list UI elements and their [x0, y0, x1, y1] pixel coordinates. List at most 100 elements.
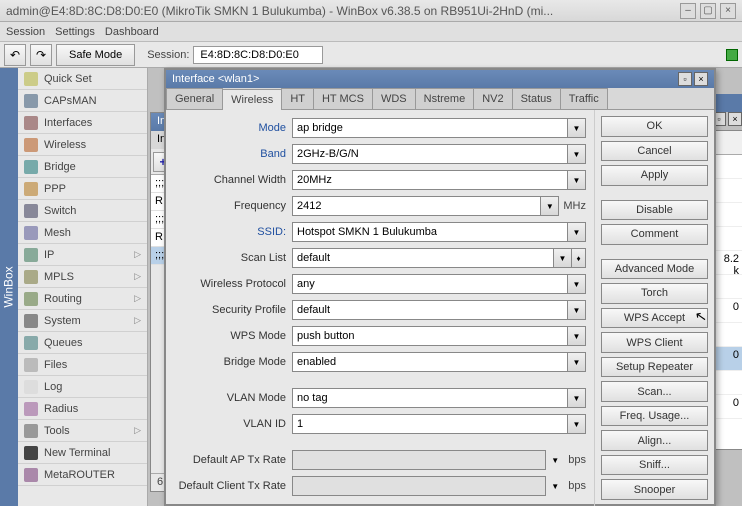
dialog-close-icon[interactable]: ×: [694, 72, 708, 86]
tab-general[interactable]: General: [166, 88, 223, 109]
qu-icon: [24, 336, 38, 350]
field-label-vlanmode: VLAN Mode: [174, 392, 292, 404]
scan-button[interactable]: Scan...: [601, 381, 708, 402]
sidebar-item-capsman[interactable]: CAPsMAN: [18, 90, 147, 112]
bg2-cell: 8.2 k: [715, 251, 742, 275]
field-row-sec: Security Profile▼: [174, 298, 586, 322]
wpsc-button[interactable]: WPS Client: [601, 332, 708, 353]
dropdown-icon[interactable]: ▼: [568, 222, 586, 242]
bridge-input[interactable]: [292, 352, 568, 372]
nav-label: CAPsMAN: [44, 95, 97, 107]
updown-icon[interactable]: ♦: [572, 248, 586, 268]
dropdown-icon[interactable]: ▼: [568, 170, 586, 190]
comment-button[interactable]: Comment: [601, 224, 708, 245]
redo-button[interactable]: ↷: [30, 44, 52, 66]
safe-mode-button[interactable]: Safe Mode: [56, 44, 135, 66]
tab-ht[interactable]: HT: [281, 88, 314, 109]
field-label-band: Band: [174, 148, 292, 160]
tab-status[interactable]: Status: [512, 88, 561, 109]
aptx-input[interactable]: [292, 450, 546, 470]
sidebar-item-bridge[interactable]: Bridge: [18, 156, 147, 178]
sidebar-item-quick-set[interactable]: Quick Set: [18, 68, 147, 90]
down-arrow-icon[interactable]: ▼: [546, 450, 564, 470]
sidebar-item-routing[interactable]: Routing▷: [18, 288, 147, 310]
sidebar-item-interfaces[interactable]: Interfaces: [18, 112, 147, 134]
field-label-freq: Frequency: [174, 200, 292, 212]
setup-button[interactable]: Setup Repeater: [601, 357, 708, 378]
dropdown-icon[interactable]: ▼: [568, 300, 586, 320]
dropdown-icon[interactable]: ▼: [568, 326, 586, 346]
proto-input[interactable]: [292, 274, 568, 294]
bg2-close-icon[interactable]: ×: [728, 112, 742, 126]
ssid-input[interactable]: [292, 222, 568, 242]
scan-input[interactable]: [292, 248, 554, 268]
unit-label: MHz: [563, 200, 586, 212]
disable-button[interactable]: Disable: [601, 200, 708, 221]
dropdown-icon[interactable]: ▼: [568, 144, 586, 164]
dropdown-icon[interactable]: ▼: [554, 248, 572, 268]
sidebar-item-switch[interactable]: Switch: [18, 200, 147, 222]
sidebar-item-metarouter[interactable]: MetaROUTER: [18, 464, 147, 486]
field-label-aptx: Default AP Tx Rate: [174, 454, 292, 466]
adv-button[interactable]: Advanced Mode: [601, 259, 708, 280]
nav-label: Quick Set: [44, 73, 92, 85]
wpsa-button[interactable]: WPS Accept: [601, 308, 708, 329]
tab-nstreme[interactable]: Nstreme: [415, 88, 475, 109]
menu-dashboard[interactable]: Dashboard: [105, 26, 159, 38]
dropdown-icon[interactable]: ▼: [568, 352, 586, 372]
vlanmode-input[interactable]: [292, 388, 568, 408]
dialog-tabs: GeneralWirelessHTHT MCSWDSNstremeNV2Stat…: [166, 88, 714, 110]
dropdown-icon[interactable]: ▼: [541, 196, 559, 216]
interface-wlan1-dialog: Interface <wlan1> ▫ × GeneralWirelessHTH…: [164, 68, 716, 506]
sidebar-item-ip[interactable]: IP▷: [18, 244, 147, 266]
tab-wds[interactable]: WDS: [372, 88, 416, 109]
undo-button[interactable]: ↶: [4, 44, 26, 66]
close-button[interactable]: ×: [720, 3, 736, 19]
sidebar-item-mpls[interactable]: MPLS▷: [18, 266, 147, 288]
sidebar-item-queues[interactable]: Queues: [18, 332, 147, 354]
cancel-button[interactable]: Cancel: [601, 141, 708, 162]
tab-ht-mcs[interactable]: HT MCS: [313, 88, 373, 109]
dropdown-icon[interactable]: ▼: [568, 414, 586, 434]
minimize-button[interactable]: –: [680, 3, 696, 19]
sidebar-item-files[interactable]: Files: [18, 354, 147, 376]
sidebar-item-mesh[interactable]: Mesh: [18, 222, 147, 244]
menu-settings[interactable]: Settings: [55, 26, 95, 38]
dialog-form: Mode▼Band▼Channel Width▼Frequency▼MHzSSI…: [166, 110, 594, 506]
apply-button[interactable]: Apply: [601, 165, 708, 186]
fi-icon: [24, 358, 38, 372]
sidebar-item-system[interactable]: System▷: [18, 310, 147, 332]
sys-icon: [24, 314, 38, 328]
vlanid-input[interactable]: [292, 414, 568, 434]
tab-wireless[interactable]: Wireless: [222, 89, 282, 110]
torch-button[interactable]: Torch: [601, 283, 708, 304]
snoop-button[interactable]: Snooper: [601, 479, 708, 500]
dropdown-icon[interactable]: ▼: [568, 388, 586, 408]
down-arrow-icon[interactable]: ▼: [546, 476, 564, 496]
sidebar-item-wireless[interactable]: Wireless: [18, 134, 147, 156]
sniff-button[interactable]: Sniff...: [601, 455, 708, 476]
ok-button[interactable]: OK: [601, 116, 708, 137]
sidebar-item-ppp[interactable]: PPP: [18, 178, 147, 200]
tab-traffic[interactable]: Traffic: [560, 88, 608, 109]
dropdown-icon[interactable]: ▼: [568, 274, 586, 294]
mode-input[interactable]: [292, 118, 568, 138]
sidebar-item-new-terminal[interactable]: New Terminal: [18, 442, 147, 464]
sidebar-item-tools[interactable]: Tools▷: [18, 420, 147, 442]
dropdown-icon[interactable]: ▼: [568, 118, 586, 138]
tab-nv2[interactable]: NV2: [473, 88, 512, 109]
align-button[interactable]: Align...: [601, 430, 708, 451]
wps-input[interactable]: [292, 326, 568, 346]
maximize-button[interactable]: ▢: [700, 3, 716, 19]
band-input[interactable]: [292, 144, 568, 164]
sidebar-item-radius[interactable]: Radius: [18, 398, 147, 420]
freq-input[interactable]: [292, 196, 541, 216]
cap-icon: [24, 94, 38, 108]
menu-session[interactable]: Session: [6, 26, 45, 38]
sidebar-item-log[interactable]: Log: [18, 376, 147, 398]
cltx-input[interactable]: [292, 476, 546, 496]
cwidth-input[interactable]: [292, 170, 568, 190]
dialog-minimize-icon[interactable]: ▫: [678, 72, 692, 86]
sec-input[interactable]: [292, 300, 568, 320]
freq-button[interactable]: Freq. Usage...: [601, 406, 708, 427]
